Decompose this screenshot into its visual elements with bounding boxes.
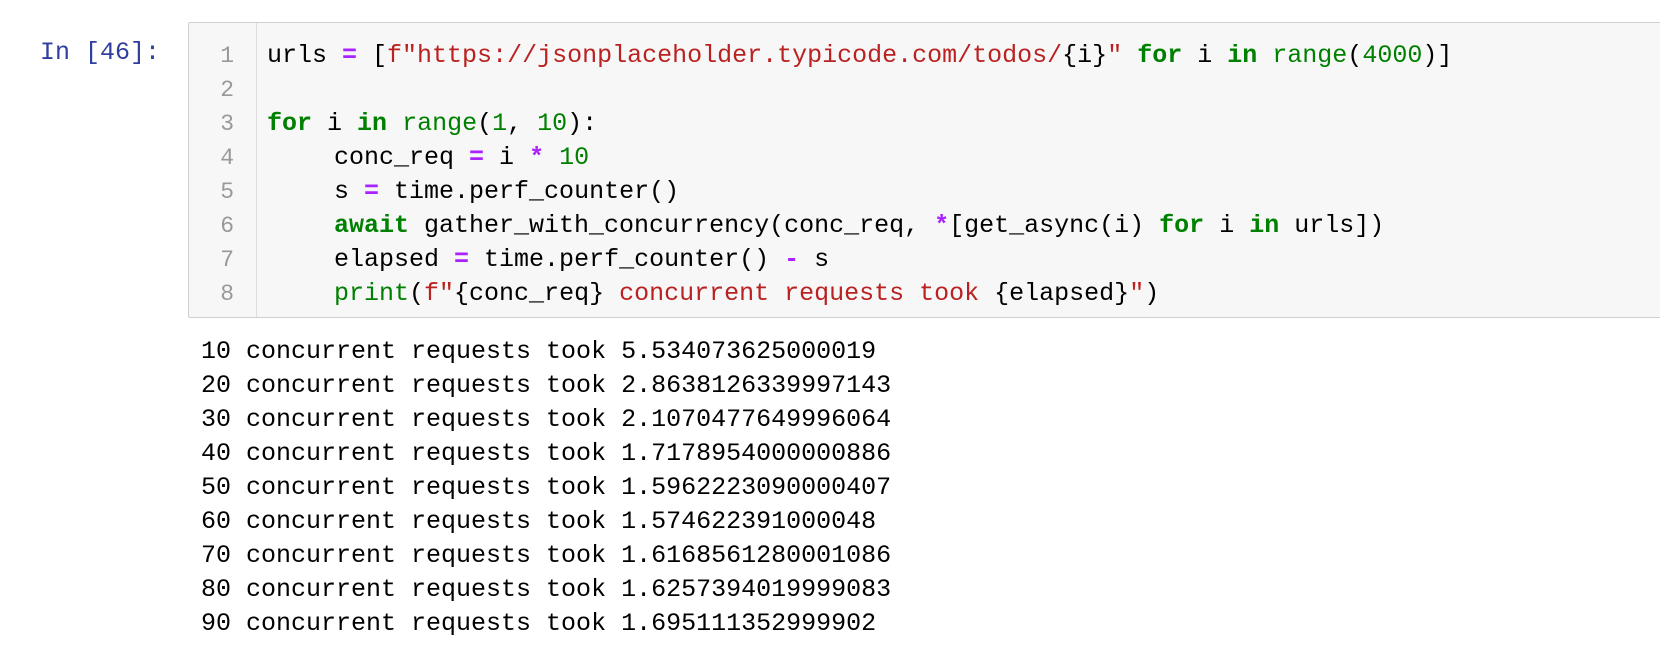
code-token: i <box>1182 41 1228 70</box>
code-token: i <box>1204 211 1250 240</box>
code-token: * <box>529 143 545 172</box>
code-editor[interactable]: urls = [f"https://jsonplaceholder.typico… <box>267 39 1660 311</box>
code-token: 4000 <box>1362 41 1423 70</box>
code-token: concurrent requests took <box>604 279 995 308</box>
code-token: ): <box>567 109 598 138</box>
line-number: 3 <box>220 111 234 137</box>
code-token: * <box>934 211 950 240</box>
code-token: elapsed <box>334 245 455 274</box>
code-token: 10 <box>559 143 590 172</box>
code-token: 10 <box>537 109 568 138</box>
code-token: , <box>507 109 538 138</box>
code-token: for <box>1159 211 1205 240</box>
code-token: conc_req <box>334 143 470 172</box>
code-token: {conc_req} <box>454 279 605 308</box>
code-token: in <box>357 109 388 138</box>
code-line-8: print(f"{conc_req} concurrent requests t… <box>267 277 1660 311</box>
code-token: ) <box>1144 279 1160 308</box>
code-token: await <box>334 211 410 240</box>
line-number: 1 <box>220 43 234 69</box>
code-line-6: await gather_with_concurrency(conc_req, … <box>267 209 1660 243</box>
code-token: 1 <box>492 109 508 138</box>
code-token: ( <box>1347 41 1363 70</box>
output-line: 70 concurrent requests took 1.6168561280… <box>201 541 892 570</box>
code-token: urls <box>267 41 343 70</box>
line-number: 8 <box>220 281 234 307</box>
code-token: ( <box>409 279 425 308</box>
code-token: ( <box>477 109 493 138</box>
code-token: = <box>364 177 380 206</box>
code-token: s <box>799 245 830 274</box>
output-line: 90 concurrent requests took 1.6951113529… <box>201 609 877 638</box>
code-token: time.perf_counter() <box>469 245 785 274</box>
line-number-gutter: 1 2 3 4 5 6 7 8 <box>189 23 257 317</box>
code-token: = <box>469 143 485 172</box>
cell-output: 10 concurrent requests took 5.5340736250… <box>201 335 891 641</box>
code-token: [get_async(i) <box>949 211 1160 240</box>
output-line: 20 concurrent requests took 2.8638126339… <box>201 371 892 400</box>
code-token: f"https://jsonplaceholder.typicode.com/t… <box>387 41 1063 70</box>
code-token: gather_with_concurrency(conc_req, <box>409 211 935 240</box>
output-line: 60 concurrent requests took 1.5746223910… <box>201 507 877 536</box>
input-prompt: In [46]: <box>40 38 161 67</box>
code-token: {i} <box>1062 41 1108 70</box>
code-token: i <box>312 109 358 138</box>
code-line-7: elapsed = time.perf_counter() - s <box>267 243 1660 277</box>
output-line: 10 concurrent requests took 5.5340736250… <box>201 337 877 366</box>
code-token: time.perf_counter() <box>379 177 680 206</box>
code-token: " <box>1107 41 1123 70</box>
line-number: 5 <box>220 179 234 205</box>
code-token: for <box>1137 41 1183 70</box>
output-line: 40 concurrent requests took 1.7178954000… <box>201 439 892 468</box>
code-token: {elapsed} <box>994 279 1130 308</box>
code-token: [ <box>357 41 388 70</box>
code-token: " <box>1129 279 1145 308</box>
code-line-5: s = time.perf_counter() <box>267 175 1660 209</box>
output-line: 30 concurrent requests took 2.1070477649… <box>201 405 892 434</box>
line-number: 4 <box>220 145 234 171</box>
code-token: range <box>402 109 478 138</box>
code-cell-input[interactable]: 1 2 3 4 5 6 7 8 urls = [f"https://jsonpl… <box>188 22 1660 318</box>
code-token: )] <box>1422 41 1453 70</box>
code-token: = <box>342 41 358 70</box>
code-token: for <box>267 109 313 138</box>
code-token: i <box>484 143 530 172</box>
code-token: in <box>1227 41 1258 70</box>
code-token: print <box>334 279 410 308</box>
line-number: 2 <box>220 77 234 103</box>
code-token: - <box>784 245 800 274</box>
code-token: in <box>1249 211 1280 240</box>
output-line: 50 concurrent requests took 1.5962223090… <box>201 473 892 502</box>
code-line-3: for i in range(1, 10): <box>267 107 1660 141</box>
code-token: range <box>1272 41 1348 70</box>
code-token: s <box>334 177 365 206</box>
line-number: 6 <box>220 213 234 239</box>
line-number: 7 <box>220 247 234 273</box>
code-line-1: urls = [f"https://jsonplaceholder.typico… <box>267 39 1660 73</box>
code-token: urls]) <box>1279 211 1385 240</box>
code-line-4: conc_req = i * 10 <box>267 141 1660 175</box>
code-token: = <box>454 245 470 274</box>
output-line: 80 concurrent requests took 1.6257394019… <box>201 575 892 604</box>
code-token: f" <box>424 279 455 308</box>
